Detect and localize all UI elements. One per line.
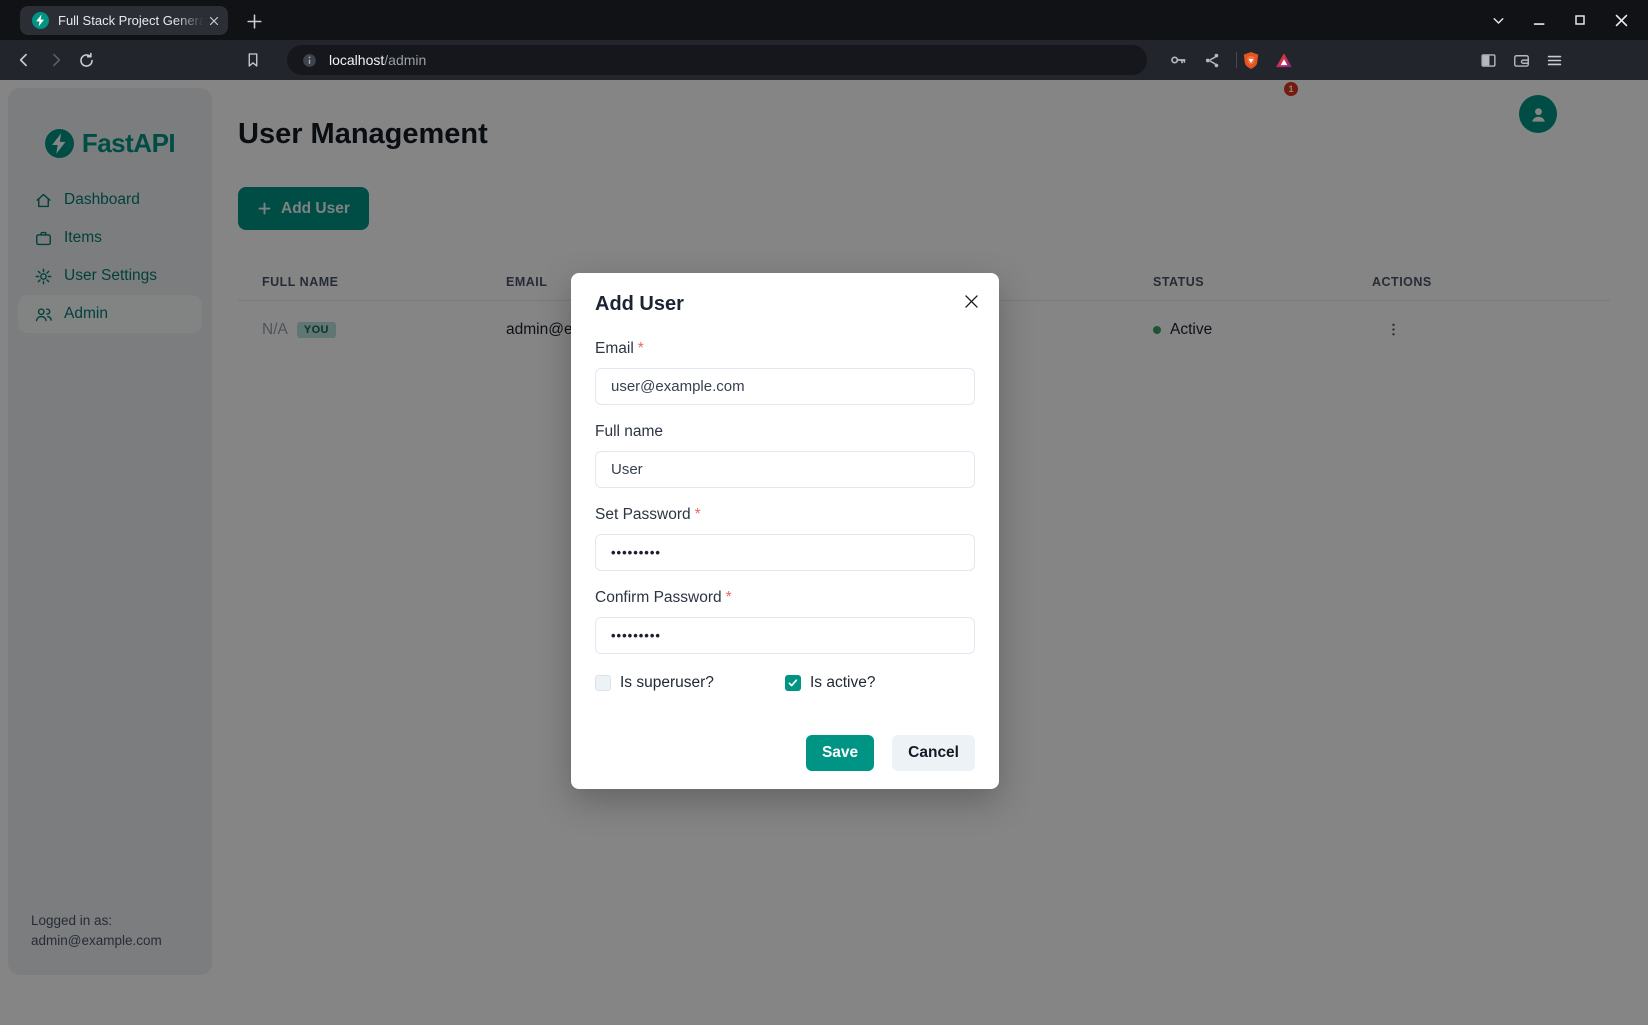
window-close-icon[interactable] <box>1608 7 1634 33</box>
check-icon <box>787 677 799 689</box>
email-field-group: Email* <box>595 340 975 405</box>
is-active-checkbox[interactable]: Is active? <box>785 674 975 692</box>
save-button[interactable]: Save <box>806 735 874 771</box>
url-bar[interactable]: localhost/admin <box>287 45 1147 75</box>
fastapi-favicon-icon <box>32 12 49 29</box>
rewards-triangle-icon[interactable] <box>1274 50 1294 70</box>
email-label: Email* <box>595 340 975 358</box>
set-password-field-group: Set Password* <box>595 506 975 571</box>
required-marker: * <box>695 506 701 523</box>
cancel-button[interactable]: Cancel <box>892 735 975 771</box>
forward-icon[interactable] <box>46 50 66 70</box>
sidebar-panel-icon[interactable] <box>1478 50 1498 70</box>
checkbox-unchecked-icon <box>595 675 611 691</box>
back-icon[interactable] <box>14 50 34 70</box>
checkbox-checked-icon <box>785 675 801 691</box>
browser-tab[interactable]: Full Stack Project Genera <box>20 6 228 35</box>
tab-close-icon[interactable] <box>208 15 220 27</box>
share-icon[interactable] <box>1202 50 1222 70</box>
email-field[interactable] <box>595 368 975 405</box>
set-password-field[interactable] <box>595 534 975 571</box>
close-icon[interactable] <box>956 286 986 316</box>
new-tab-icon[interactable] <box>242 9 266 33</box>
confirm-password-field[interactable] <box>595 617 975 654</box>
is-superuser-checkbox[interactable]: Is superuser? <box>595 674 785 692</box>
minimize-icon[interactable] <box>1526 7 1552 33</box>
add-user-modal: Add User Email* Full name Set Password* … <box>571 273 999 789</box>
full-name-field-group: Full name <box>595 423 975 488</box>
tab-title: Full Stack Project Genera <box>58 13 204 28</box>
confirm-password-field-group: Confirm Password* <box>595 589 975 654</box>
set-password-label: Set Password* <box>595 506 975 524</box>
wallet-icon[interactable] <box>1511 50 1531 70</box>
modal-title: Add User <box>595 293 975 316</box>
menu-icon[interactable] <box>1544 50 1564 70</box>
required-marker: * <box>638 340 644 357</box>
url-text: localhost/admin <box>329 52 426 68</box>
full-name-label: Full name <box>595 423 975 441</box>
required-marker: * <box>726 589 732 606</box>
app-page: FastAPI Dashboard Items User Settings Ad… <box>0 80 1648 1025</box>
info-icon[interactable] <box>301 52 318 69</box>
toolbar-separator <box>1236 52 1237 68</box>
browser-toolbar: localhost/admin 1 <box>0 40 1648 80</box>
bookmark-icon[interactable] <box>243 50 263 70</box>
shield-icon[interactable] <box>1241 50 1261 70</box>
tab-search-icon[interactable] <box>1485 7 1511 33</box>
reload-icon[interactable] <box>76 50 96 70</box>
key-icon[interactable] <box>1168 50 1188 70</box>
maximize-icon[interactable] <box>1567 7 1593 33</box>
confirm-password-label: Confirm Password* <box>595 589 975 607</box>
full-name-field[interactable] <box>595 451 975 488</box>
browser-tab-bar: Full Stack Project Genera <box>0 0 1648 40</box>
